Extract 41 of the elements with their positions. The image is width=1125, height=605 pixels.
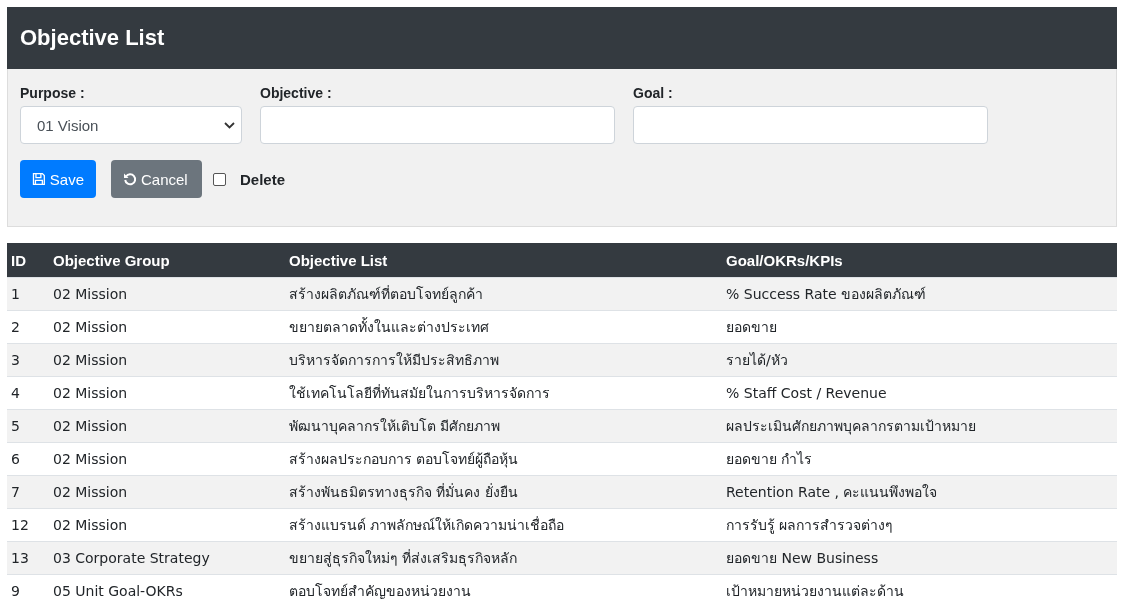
- table-cell: บริหารจัดการการให้มีประสิทธิภาพ: [285, 343, 722, 377]
- table-cell: 02 Mission: [49, 343, 285, 377]
- chevron-down-icon: [224, 121, 235, 129]
- table-cell: สร้างพันธมิตรทางธุรกิจ ที่มั่นคง ยั่งยืน: [285, 475, 722, 509]
- table-cell: 02 Mission: [49, 277, 285, 311]
- table-cell: พัฒนาบุคลากรให้เติบโต มีศักยภาพ: [285, 409, 722, 443]
- table-cell: ตอบโจทย์สำคัญของหน่วยงาน: [285, 574, 722, 605]
- table-cell: 05 Unit Goal-OKRs: [49, 574, 285, 605]
- goal-input[interactable]: [633, 106, 988, 144]
- table-cell: 03 Corporate Strategy: [49, 541, 285, 575]
- table-cell: ผลประเมินศักยภาพบุคลากรตามเป้าหมาย: [722, 409, 1117, 443]
- field-label: Goal :: [633, 85, 674, 103]
- page-title: Objective List: [20, 25, 165, 51]
- column-header: Objective Group: [49, 243, 285, 278]
- table-cell: ยอดขาย New Business: [722, 541, 1117, 575]
- column-header: Objective List: [285, 243, 722, 278]
- table-cell: 7: [7, 475, 49, 509]
- table-cell: 02 Mission: [49, 409, 285, 443]
- table-cell: 9: [7, 574, 49, 605]
- table-cell: ขยายสู่ธุรกิจใหม่ๆ ที่ส่งเสริมธุรกิจหลัก: [285, 541, 722, 575]
- table-cell: Retention Rate , คะแนนพึงพอใจ: [722, 475, 1117, 509]
- table-cell: 13: [7, 541, 49, 575]
- table-cell: 5: [7, 409, 49, 443]
- field-label: Purpose :: [20, 85, 86, 103]
- save-button[interactable]: Save: [20, 160, 96, 198]
- table-cell: % Success Rate ของผลิตภัณฑ์: [722, 277, 1117, 311]
- table-cell: รายได้/หัว: [722, 343, 1117, 377]
- delete-label: Delete: [240, 170, 286, 188]
- delete-checkbox[interactable]: [213, 172, 226, 186]
- column-header: Goal/OKRs/KPIs: [722, 243, 1117, 278]
- table-cell: สร้างผลิตภัณฑ์ที่ตอบโจทย์ลูกค้า: [285, 277, 722, 311]
- objective-input[interactable]: [260, 106, 615, 144]
- table-cell: 3: [7, 343, 49, 377]
- undo-arrow-icon: [123, 172, 137, 186]
- table-cell: เป้าหมายหน่วยงานแต่ละด้าน: [722, 574, 1117, 605]
- table-cell: 1: [7, 277, 49, 311]
- field-label: Objective :: [260, 85, 333, 103]
- cancel-button[interactable]: Cancel: [111, 160, 202, 198]
- table-cell: 02 Mission: [49, 475, 285, 509]
- purpose-select[interactable]: 01 Vision: [20, 106, 242, 144]
- column-header: ID: [7, 243, 49, 278]
